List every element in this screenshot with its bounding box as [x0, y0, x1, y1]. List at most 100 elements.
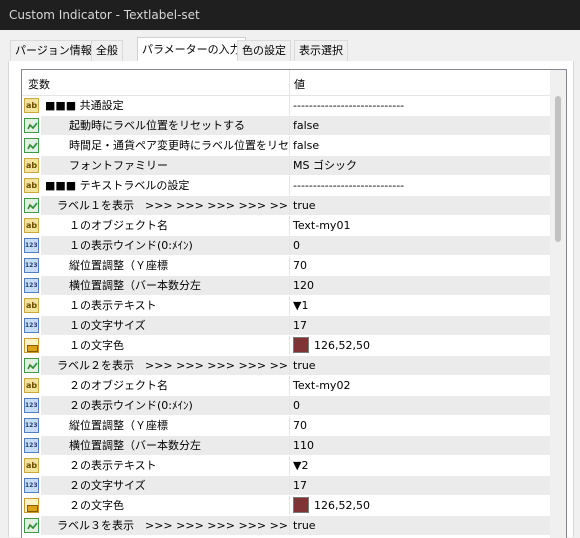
- bool-type-icon: [24, 138, 39, 153]
- parameter-row[interactable]: １の表示ウインド(0:ﾒｲﾝ)0: [22, 236, 550, 256]
- bool-type-icon: [24, 358, 39, 373]
- parameter-value[interactable]: ▼1: [289, 296, 550, 315]
- parameter-row[interactable]: 時間足・通貨ペア変更時にラベル位置をリセ... false: [22, 136, 550, 156]
- parameter-value[interactable]: 70: [289, 416, 550, 435]
- parameter-row[interactable]: ラベル３を表示 >>> >>> >>> >>> >>> true: [22, 516, 550, 536]
- bool-type-icon: [24, 118, 39, 133]
- parameter-name: 縦位置調整（Ｙ座標: [69, 419, 168, 432]
- parameter-name: ラベル３を表示 >>> >>> >>> >>> >>>: [41, 516, 289, 535]
- parameter-value[interactable]: ▼2: [289, 456, 550, 475]
- parameter-row[interactable]: ２の表示テキスト ▼2: [22, 456, 550, 476]
- parameter-grid: 変数 値 ■■■ 共通設定 ---------------------------…: [21, 69, 567, 538]
- tab-colors[interactable]: 色の設定: [237, 40, 291, 61]
- color-swatch[interactable]: [293, 497, 309, 513]
- tab-strip: パージョン情報 全般 パラメーターの入力 色の設定 表示選択: [0, 30, 580, 63]
- parameter-row[interactable]: 横位置調整（バー本数分左120: [22, 276, 550, 296]
- string-type-icon: [24, 298, 39, 313]
- parameter-value[interactable]: ----------------------------: [289, 176, 550, 195]
- parameter-value[interactable]: 110: [289, 436, 550, 455]
- parameters-panel: 変数 値 ■■■ 共通設定 ---------------------------…: [8, 61, 574, 538]
- tab-display-select[interactable]: 表示選択: [294, 40, 348, 61]
- parameter-name: 横位置調整（バー本数分左: [41, 276, 289, 295]
- parameter-value[interactable]: ----------------------------: [289, 96, 550, 115]
- parameter-row[interactable]: ラベル２を表示 >>> >>> >>> >>> >>> true: [22, 356, 550, 376]
- column-header-variable[interactable]: 変数: [28, 76, 50, 92]
- vertical-scrollbar[interactable]: [550, 70, 566, 538]
- parameter-row[interactable]: ２の文字サイズ17: [22, 476, 550, 496]
- bool-type-icon: [24, 518, 39, 533]
- parameter-row[interactable]: 横位置調整（バー本数分左110: [22, 436, 550, 456]
- title-bar: Custom Indicator - Textlabel-set: [0, 0, 580, 30]
- parameter-row[interactable]: １の表示テキスト ▼1: [22, 296, 550, 316]
- number-type-icon: [24, 258, 39, 273]
- parameter-value[interactable]: 70: [289, 256, 550, 275]
- parameter-name: １の文字色: [69, 339, 124, 352]
- bool-type-icon: [24, 198, 39, 213]
- parameter-row[interactable]: 起動時にラベル位置をリセットする false: [22, 116, 550, 136]
- parameter-name: ラベル２を表示 >>> >>> >>> >>> >>>: [41, 356, 289, 375]
- parameter-name: 時間足・通貨ペア変更時にラベル位置をリセ...: [69, 139, 289, 152]
- tab-parameters[interactable]: パラメーターの入力: [137, 37, 246, 63]
- parameter-value[interactable]: true: [289, 196, 550, 215]
- color-type-icon: [24, 338, 39, 353]
- parameter-name: ２の文字サイズ: [41, 476, 289, 495]
- parameter-value[interactable]: 126,52,50: [289, 496, 550, 515]
- parameter-row[interactable]: ■■■ テキストラベルの設定 --------------------------…: [22, 176, 550, 196]
- parameter-name: １の表示ウインド(0:ﾒｲﾝ): [41, 236, 289, 255]
- number-type-icon: [24, 238, 39, 253]
- column-divider[interactable]: [289, 70, 290, 95]
- parameter-name: １のオブジェクト名: [69, 219, 168, 232]
- parameter-name: フォントファミリー: [41, 156, 289, 175]
- parameter-value[interactable]: 0: [289, 396, 550, 415]
- number-type-icon: [24, 418, 39, 433]
- parameter-value[interactable]: Text-my02: [289, 376, 550, 395]
- parameter-row[interactable]: ２の文字色 126,52,50: [22, 496, 550, 516]
- parameter-row[interactable]: ２のオブジェクト名 Text-my02: [22, 376, 550, 396]
- color-swatch[interactable]: [293, 337, 309, 353]
- parameter-value[interactable]: 17: [289, 316, 550, 335]
- parameter-value[interactable]: 126,52,50: [289, 336, 550, 355]
- parameter-row[interactable]: ■■■ 共通設定 ----------------------------: [22, 96, 550, 116]
- number-type-icon: [24, 318, 39, 333]
- parameter-row[interactable]: 縦位置調整（Ｙ座標 70: [22, 416, 550, 436]
- grid-header: 変数 値: [22, 70, 550, 96]
- window-title: Custom Indicator - Textlabel-set: [9, 8, 200, 22]
- parameter-row[interactable]: フォントファミリーMS ゴシック: [22, 156, 550, 176]
- parameter-row[interactable]: １の文字色 126,52,50: [22, 336, 550, 356]
- column-header-value[interactable]: 値: [294, 76, 305, 92]
- parameter-row[interactable]: ラベル１を表示 >>> >>> >>> >>> >>> true: [22, 196, 550, 216]
- parameter-row[interactable]: １の文字サイズ17: [22, 316, 550, 336]
- parameter-value[interactable]: 0: [289, 236, 550, 255]
- parameter-name: ２のオブジェクト名: [69, 379, 168, 392]
- parameter-row[interactable]: １のオブジェクト名 Text-my01: [22, 216, 550, 236]
- parameter-value[interactable]: Text-my01: [289, 216, 550, 235]
- parameter-name: ２の文字色: [69, 499, 124, 512]
- number-type-icon: [24, 398, 39, 413]
- color-type-icon: [24, 498, 39, 513]
- string-type-icon: [24, 158, 39, 173]
- parameter-row[interactable]: 縦位置調整（Ｙ座標 70: [22, 256, 550, 276]
- parameter-name: ２の表示ウインド(0:ﾒｲﾝ): [41, 396, 289, 415]
- parameter-value[interactable]: 17: [289, 476, 550, 495]
- parameter-value[interactable]: false: [289, 136, 550, 155]
- string-type-icon: [24, 218, 39, 233]
- scrollbar-thumb[interactable]: [555, 96, 561, 242]
- parameter-name: 起動時にラベル位置をリセットする: [41, 116, 289, 135]
- tab-general[interactable]: 全般: [91, 40, 123, 61]
- number-type-icon: [24, 478, 39, 493]
- parameter-value[interactable]: false: [289, 116, 550, 135]
- parameter-name: ■■■ テキストラベルの設定: [45, 179, 190, 192]
- string-type-icon: [24, 178, 39, 193]
- parameter-value[interactable]: 120: [289, 276, 550, 295]
- parameter-name: １の文字サイズ: [41, 316, 289, 335]
- tab-version-info[interactable]: パージョン情報: [10, 40, 97, 61]
- parameter-rows: ■■■ 共通設定----------------------------起動時に…: [22, 96, 550, 536]
- parameter-value[interactable]: true: [289, 356, 550, 375]
- parameter-value[interactable]: MS ゴシック: [289, 156, 550, 175]
- parameter-name: ■■■ 共通設定: [45, 99, 124, 112]
- color-value-text: 126,52,50: [314, 339, 370, 352]
- string-type-icon: [24, 458, 39, 473]
- number-type-icon: [24, 278, 39, 293]
- parameter-value[interactable]: true: [289, 516, 550, 535]
- parameter-row[interactable]: ２の表示ウインド(0:ﾒｲﾝ)0: [22, 396, 550, 416]
